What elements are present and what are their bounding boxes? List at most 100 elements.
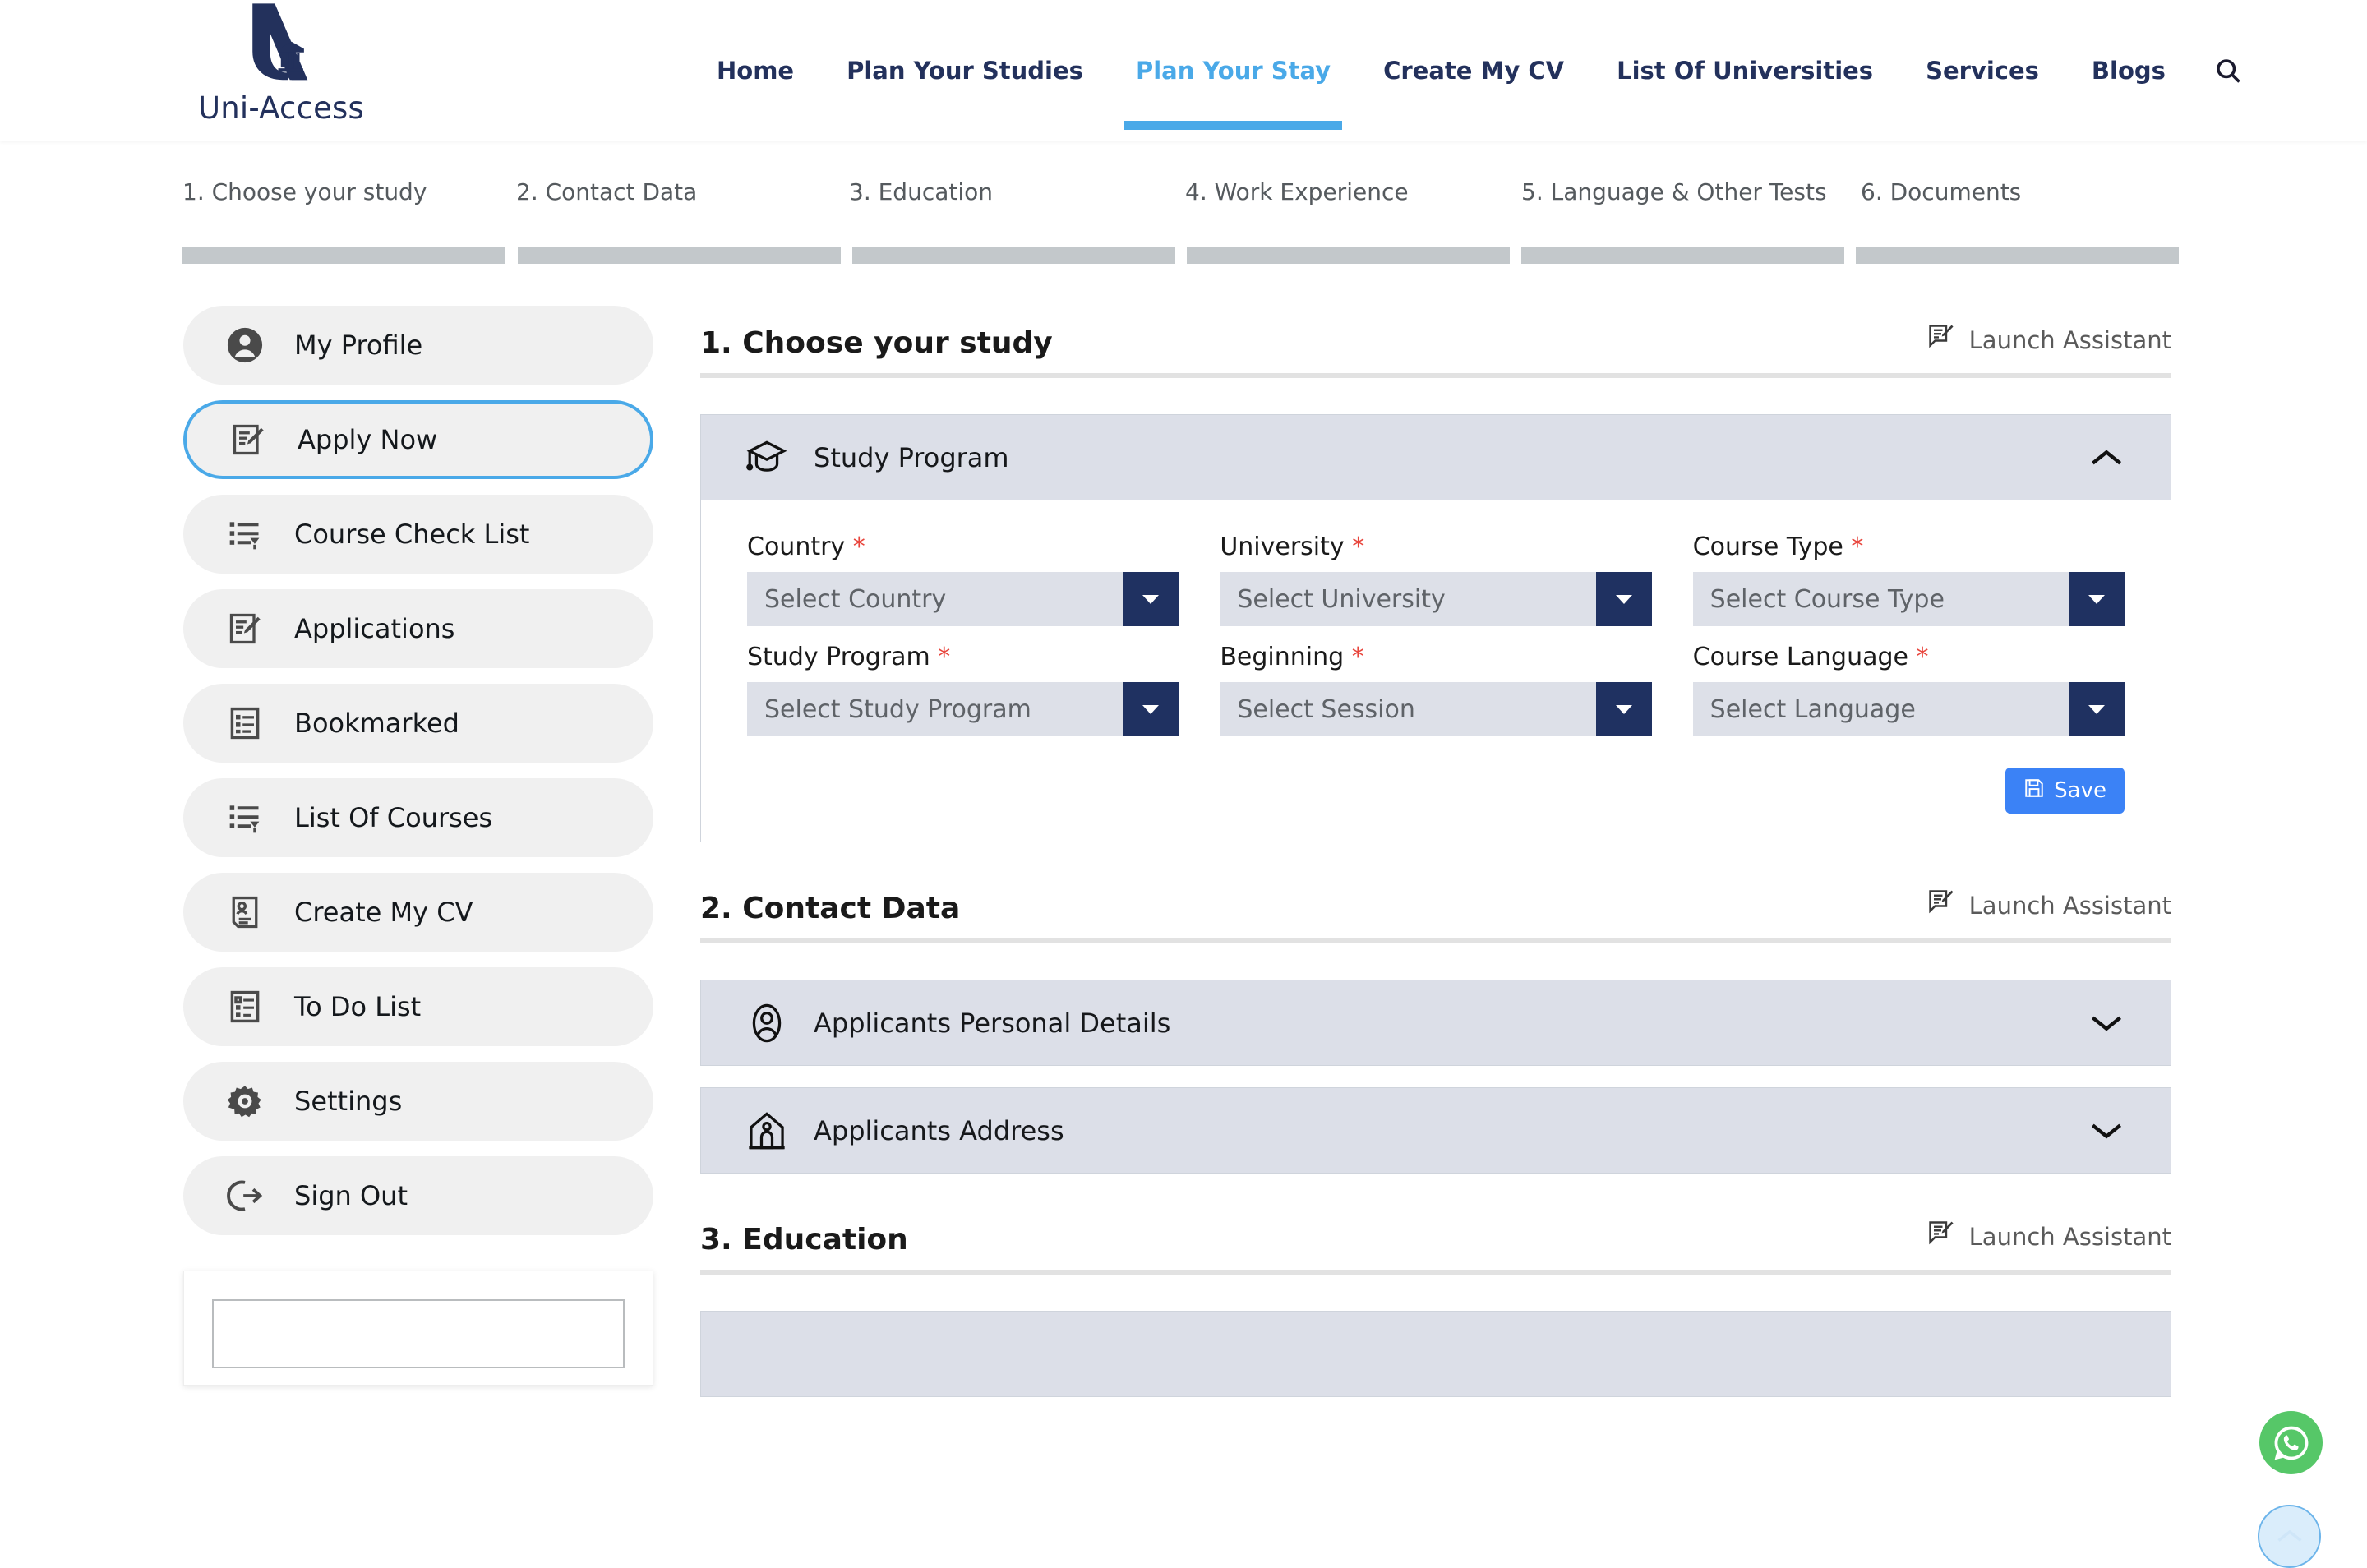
panel-header-applicants-personal-details[interactable]: Applicants Personal Details xyxy=(701,980,2171,1065)
study-program-select[interactable]: Select Study Program xyxy=(747,682,1179,736)
assistant-note-icon xyxy=(1926,1219,1956,1254)
panel-header-study-program[interactable]: Study Program xyxy=(701,415,2171,500)
nav-item-create-my-cv[interactable]: Create My CV xyxy=(1357,0,1590,141)
panel-education-placeholder xyxy=(700,1311,2171,1397)
search-icon[interactable] xyxy=(2210,53,2246,89)
step-label-3[interactable]: 3. Education xyxy=(849,178,993,205)
step-label-4[interactable]: 4. Work Experience xyxy=(1185,178,1409,205)
nav-item-home[interactable]: Home xyxy=(690,0,820,141)
sidebar-item-label: Bookmarked xyxy=(294,708,459,739)
launch-assistant-label: Launch Assistant xyxy=(1968,325,2171,354)
sign-out-icon xyxy=(226,1177,264,1215)
sidebar-item-applications[interactable]: Applications xyxy=(183,589,653,668)
sidebar-item-create-my-cv[interactable]: Create My CV xyxy=(183,873,653,952)
sidebar-item-sign-out[interactable]: Sign Out xyxy=(183,1156,653,1235)
course-list-icon xyxy=(226,799,264,837)
scroll-to-top-button[interactable] xyxy=(2258,1505,2321,1568)
required-marker: * xyxy=(852,533,865,561)
chevron-down-icon[interactable] xyxy=(2090,1120,2123,1141)
sidebar-bottom-card xyxy=(183,1271,653,1386)
step-label-1[interactable]: 1. Choose your study xyxy=(182,178,427,205)
sidebar-item-settings[interactable]: Settings xyxy=(183,1062,653,1141)
nav-item-plan-your-studies[interactable]: Plan Your Studies xyxy=(820,0,1110,141)
step-progress-bar-2[interactable] xyxy=(518,247,841,264)
nav-item-services[interactable]: Services xyxy=(1899,0,2065,141)
sidebar-item-list-of-courses[interactable]: List Of Courses xyxy=(183,778,653,857)
panel-applicants-address: Applicants Address xyxy=(700,1087,2171,1174)
uni-access-logo-icon xyxy=(252,3,308,81)
save-button-label: Save xyxy=(2054,778,2106,803)
nav-item-list-of-universities[interactable]: List Of Universities xyxy=(1590,0,1899,141)
gear-icon xyxy=(226,1082,264,1120)
main-navigation: Home Plan Your Studies Plan Your Stay Cr… xyxy=(690,0,2246,141)
sidebar-item-to-do-list[interactable]: To Do List xyxy=(183,967,653,1046)
chevron-down-icon xyxy=(1595,572,1652,626)
step-label-5[interactable]: 5. Language & Other Tests xyxy=(1521,178,1827,205)
field-label: Course Type * xyxy=(1692,533,1864,561)
launch-assistant-label: Launch Assistant xyxy=(1968,1222,2171,1251)
launch-assistant-button-1[interactable]: Launch Assistant xyxy=(1926,322,2171,360)
select-value: Select Country xyxy=(764,584,947,614)
chevron-down-icon xyxy=(1595,682,1652,736)
launch-assistant-button-3[interactable]: Launch Assistant xyxy=(1926,1219,2171,1257)
sidebar-card-input[interactable] xyxy=(212,1299,625,1368)
panel-header-applicants-address[interactable]: Applicants Address xyxy=(701,1088,2171,1173)
step-progress-bar-4[interactable] xyxy=(1187,247,1510,264)
chevron-down-icon xyxy=(1123,682,1179,736)
section-title: 3. Education xyxy=(700,1223,908,1257)
field-label: Study Program * xyxy=(747,643,951,671)
select-value: Select Session xyxy=(1237,694,1415,724)
sidebar-item-label: Applications xyxy=(294,613,455,644)
step-label-2[interactable]: 2. Contact Data xyxy=(516,178,697,205)
application-form: 1. Choose your study Launch Assistant St… xyxy=(700,277,2171,1397)
required-marker: * xyxy=(938,643,951,671)
launch-assistant-button-2[interactable]: Launch Assistant xyxy=(1926,888,2171,925)
required-marker: * xyxy=(1351,643,1364,671)
edit-document-icon xyxy=(229,421,267,459)
beginning-select[interactable]: Select Session xyxy=(1220,682,1652,736)
bookmark-list-icon xyxy=(226,704,264,742)
chevron-down-icon[interactable] xyxy=(2090,1012,2123,1034)
page-body: My Profile Apply Now Course Check List A… xyxy=(0,277,2367,1568)
cv-document-icon xyxy=(226,893,264,931)
field-label: University * xyxy=(1220,533,1365,561)
step-progress-bar-3[interactable] xyxy=(852,247,1175,264)
country-select[interactable]: Select Country xyxy=(747,572,1179,626)
nav-item-plan-your-stay[interactable]: Plan Your Stay xyxy=(1110,0,1357,141)
course-type-select[interactable]: Select Course Type xyxy=(1692,572,2125,626)
whatsapp-float-button[interactable] xyxy=(2259,1411,2323,1474)
sidebar-item-label: Course Check List xyxy=(294,519,530,550)
step-progress-bar-1[interactable] xyxy=(182,247,505,264)
brand-name: Uni-Access xyxy=(197,90,364,126)
chevron-up-icon[interactable] xyxy=(2090,447,2123,468)
panel-body-study-program: Country * Select Country University * Se… xyxy=(701,500,2171,842)
select-value: Select Study Program xyxy=(764,694,1031,724)
nav-item-blogs[interactable]: Blogs xyxy=(2065,0,2192,141)
field-beginning: Beginning * Select Session xyxy=(1220,643,1652,736)
university-select[interactable]: Select University xyxy=(1220,572,1652,626)
launch-assistant-label: Launch Assistant xyxy=(1968,891,2171,920)
required-marker: * xyxy=(1851,533,1864,561)
panel-title: Study Program xyxy=(814,441,1009,473)
chevron-down-icon xyxy=(1123,572,1179,626)
course-language-select[interactable]: Select Language xyxy=(1692,682,2125,736)
sidebar-item-my-profile[interactable]: My Profile xyxy=(183,306,653,385)
assistant-note-icon xyxy=(1926,888,1956,923)
account-sidebar: My Profile Apply Now Course Check List A… xyxy=(183,306,653,1386)
brand-logo[interactable]: Uni-Access xyxy=(174,0,388,126)
floppy-disk-icon xyxy=(2023,777,2045,805)
save-button[interactable]: Save xyxy=(2005,768,2125,814)
sidebar-item-apply-now[interactable]: Apply Now xyxy=(183,400,653,479)
step-progress-bar-6[interactable] xyxy=(1856,247,2179,264)
panel-study-program: Study Program Country * Select Country U… xyxy=(700,414,2171,842)
section-header-contact-data: 2. Contact Data Launch Assistant xyxy=(700,842,2171,943)
todo-list-icon xyxy=(226,988,264,1026)
sidebar-item-label: Create My CV xyxy=(294,897,473,928)
field-label: Course Language * xyxy=(1692,643,1929,671)
chevron-down-icon xyxy=(2068,682,2125,736)
sidebar-item-course-check-list[interactable]: Course Check List xyxy=(183,495,653,574)
panel-header-education[interactable] xyxy=(701,1312,2171,1396)
step-progress-bar-5[interactable] xyxy=(1521,247,1844,264)
step-label-6[interactable]: 6. Documents xyxy=(1861,178,2021,205)
sidebar-item-bookmarked[interactable]: Bookmarked xyxy=(183,684,653,763)
